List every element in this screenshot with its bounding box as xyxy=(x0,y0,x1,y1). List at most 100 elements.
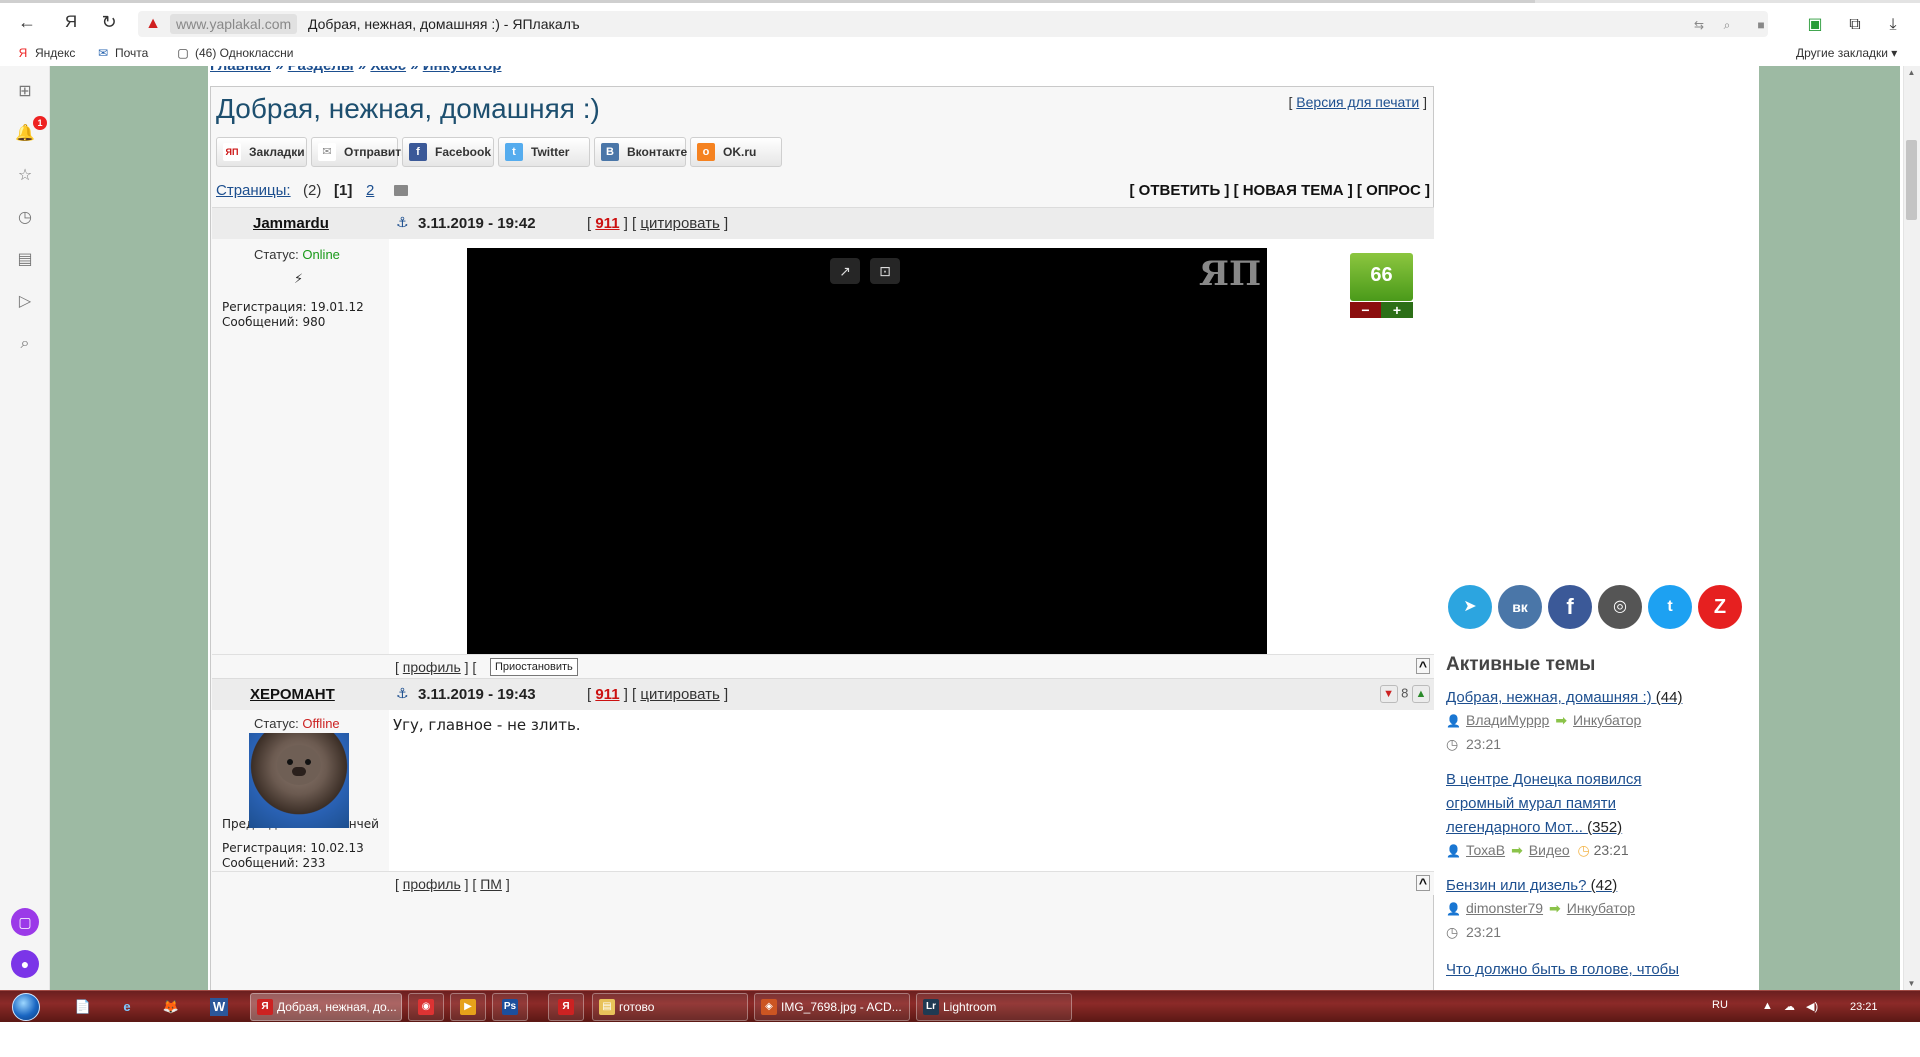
active-topic-link[interactable]: Бензин или дизель? (42) xyxy=(1446,874,1746,898)
share-video-icon[interactable]: ↗ xyxy=(830,258,860,284)
subscribe-mail-icon[interactable] xyxy=(394,185,408,196)
apps-icon[interactable]: ⊞ xyxy=(13,80,37,104)
share-twitter-button[interactable]: t Twitter xyxy=(498,137,590,167)
thumbs-up-icon[interactable]: ▲ xyxy=(1412,685,1430,703)
twitter-icon[interactable]: t xyxy=(1648,585,1692,629)
rating-minus-button[interactable]: − xyxy=(1350,302,1381,318)
yandex-icon[interactable]: Я xyxy=(58,10,84,34)
topic-section[interactable]: Инкубатор xyxy=(1573,712,1641,728)
topic-title[interactable]: Что должно быть в голове, чтобы xyxy=(1446,961,1679,978)
bookmark-yandex[interactable]: Я Яндекс xyxy=(16,45,76,61)
topic-actions[interactable]: [ ОТВЕТИТЬ ] [ НОВАЯ ТЕМА ] [ ОПРОС ] xyxy=(1130,182,1430,199)
pages-label[interactable]: Страницы: xyxy=(216,182,291,199)
share-vk-button[interactable]: В Вконтакте xyxy=(594,137,687,167)
active-tab[interactable] xyxy=(0,0,1535,3)
extension-icon[interactable]: ▣ xyxy=(1803,14,1827,36)
quote-link[interactable]: цитировать xyxy=(640,686,719,703)
post-author-link[interactable]: ХЕРОМАНТ xyxy=(250,686,335,703)
collections-icon[interactable]: ⧉ xyxy=(1843,14,1867,36)
warning-icon[interactable]: ▲ xyxy=(143,14,163,34)
task-player[interactable]: ▶ xyxy=(450,993,486,1021)
profile-link[interactable]: профиль xyxy=(403,659,461,675)
instagram-icon[interactable]: ◎ xyxy=(1598,585,1642,629)
task-acdsee[interactable]: ◈ IMG_7698.jpg - ACD... xyxy=(754,993,910,1021)
start-button[interactable] xyxy=(4,991,48,1023)
quote-link[interactable]: цитировать xyxy=(640,215,719,232)
task-lightroom[interactable]: Lr Lightroom xyxy=(916,993,1072,1021)
messenger-icon[interactable]: ▢ xyxy=(11,908,39,936)
topic-user[interactable]: ТохаВ xyxy=(1466,842,1505,858)
task-app[interactable]: ◉ xyxy=(408,993,444,1021)
topic-user[interactable]: ВладиМуррр xyxy=(1466,712,1549,728)
bookmark-mail[interactable]: ✉ Почта xyxy=(96,45,148,61)
facebook-icon[interactable]: f xyxy=(1548,585,1592,629)
zen-icon[interactable]: Z xyxy=(1698,585,1742,629)
task-yandex[interactable]: Я xyxy=(548,993,584,1021)
crumb-home[interactable]: Главная xyxy=(210,66,271,74)
topic-section[interactable]: Инкубатор xyxy=(1567,900,1635,916)
save-video-icon[interactable]: ⊡ xyxy=(870,258,900,284)
post-number-link[interactable]: 911 xyxy=(595,215,619,232)
video-icon[interactable]: ▷ xyxy=(13,290,37,314)
crumb-incubator[interactable]: Инкубатор xyxy=(423,66,502,74)
reload-icon[interactable]: ↻ xyxy=(96,10,122,34)
other-bookmarks[interactable]: Другие закладки ▾ xyxy=(1796,45,1897,61)
share-ok-button[interactable]: о OK.ru xyxy=(690,137,782,167)
back-icon[interactable]: ← xyxy=(14,10,40,34)
language-indicator[interactable]: RU xyxy=(1712,999,1728,1011)
zoom-icon[interactable]: ⌕ xyxy=(1718,16,1736,34)
search-icon[interactable]: ⌕ xyxy=(13,332,37,356)
topic-title[interactable]: Бензин или дизель? xyxy=(1446,877,1586,894)
scroll-down-arrow-icon[interactable]: ▼ xyxy=(1903,977,1920,991)
rating-plus-button[interactable]: + xyxy=(1381,302,1413,318)
url-page-title[interactable]: Добрая, нежная, домашняя :) - ЯПлакалъ xyxy=(308,14,580,34)
scroll-up-arrow-icon[interactable]: ▲ xyxy=(1903,66,1920,80)
bookmark-icon[interactable]: ■ xyxy=(1752,16,1770,34)
tray-expand-icon[interactable]: ▲ xyxy=(1762,1000,1773,1012)
topic-user[interactable]: dimonster79 xyxy=(1466,900,1543,916)
task-photoshop[interactable]: Ps xyxy=(492,993,528,1021)
thumbs-down-icon[interactable]: ▼ xyxy=(1379,685,1398,703)
pm-link[interactable]: ПМ xyxy=(480,876,502,892)
url-domain[interactable]: www.yaplakal.com xyxy=(170,14,298,34)
post-number-link[interactable]: 911 xyxy=(595,686,619,703)
word-icon[interactable]: W xyxy=(210,998,228,1016)
video-player[interactable]: ↗ ⊡ ЯП xyxy=(467,248,1267,685)
profile-link[interactable]: профиль xyxy=(403,876,461,892)
scroll-top-button[interactable]: ^ xyxy=(1415,875,1430,891)
network-icon[interactable]: ☁ xyxy=(1784,1000,1795,1013)
scroll-top-button[interactable]: ^ xyxy=(1415,658,1430,674)
notepad-icon[interactable]: 📄 xyxy=(72,996,94,1018)
clock[interactable]: 23:21 xyxy=(1850,1001,1878,1013)
active-topic-link[interactable]: В центре Донецка появился огромный мурал… xyxy=(1446,768,1696,840)
anchor-icon[interactable]: ⚓ xyxy=(396,685,409,702)
active-topic-link[interactable]: Что должно быть в голове, чтобы xyxy=(1446,958,1746,982)
topic-title[interactable]: Добрая, нежная, домашняя :) xyxy=(1446,689,1652,706)
share-facebook-button[interactable]: f Facebook xyxy=(402,137,494,167)
volume-icon[interactable]: ◀) xyxy=(1806,1000,1818,1013)
post-author-link[interactable]: Jammardu xyxy=(253,215,329,232)
share-bookmarks-button[interactable]: ЯП Закладки xyxy=(216,137,307,167)
vk-icon[interactable]: вк xyxy=(1498,585,1542,629)
firefox-icon[interactable]: 🦊 xyxy=(160,996,182,1018)
task-yaplakal[interactable]: Я Добрая, нежная, до... xyxy=(250,993,402,1021)
download-icon[interactable]: ⤓ xyxy=(1881,14,1905,36)
active-topic-link[interactable]: Добрая, нежная, домашняя :) (44) xyxy=(1446,686,1746,710)
task-folder[interactable]: ▤ готово xyxy=(592,993,748,1021)
topic-section[interactable]: Видео xyxy=(1529,842,1570,858)
alice-icon[interactable]: ● xyxy=(11,950,39,978)
print-version-link[interactable]: Версия для печати xyxy=(1296,94,1419,110)
crumb-chaos[interactable]: Хаос xyxy=(370,66,406,74)
bookmark-ok[interactable]: ▢ (46) Одноклассни xyxy=(176,45,293,61)
anchor-icon[interactable]: ⚓ xyxy=(396,214,409,231)
page-2-link[interactable]: 2 xyxy=(366,182,374,199)
crumb-sections[interactable]: Разделы xyxy=(288,66,354,74)
favorites-icon[interactable]: ☆ xyxy=(13,164,37,188)
translate-icon[interactable]: ⇆ xyxy=(1690,16,1708,34)
telegram-icon[interactable]: ➤ xyxy=(1448,585,1492,629)
share-send-button[interactable]: ✉ Отправить xyxy=(311,137,408,167)
scrollbar-thumb[interactable] xyxy=(1906,140,1917,220)
history-icon[interactable]: ◷ xyxy=(13,206,37,230)
ie-icon[interactable]: e xyxy=(116,996,138,1018)
collections-icon[interactable]: ▤ xyxy=(13,248,37,272)
